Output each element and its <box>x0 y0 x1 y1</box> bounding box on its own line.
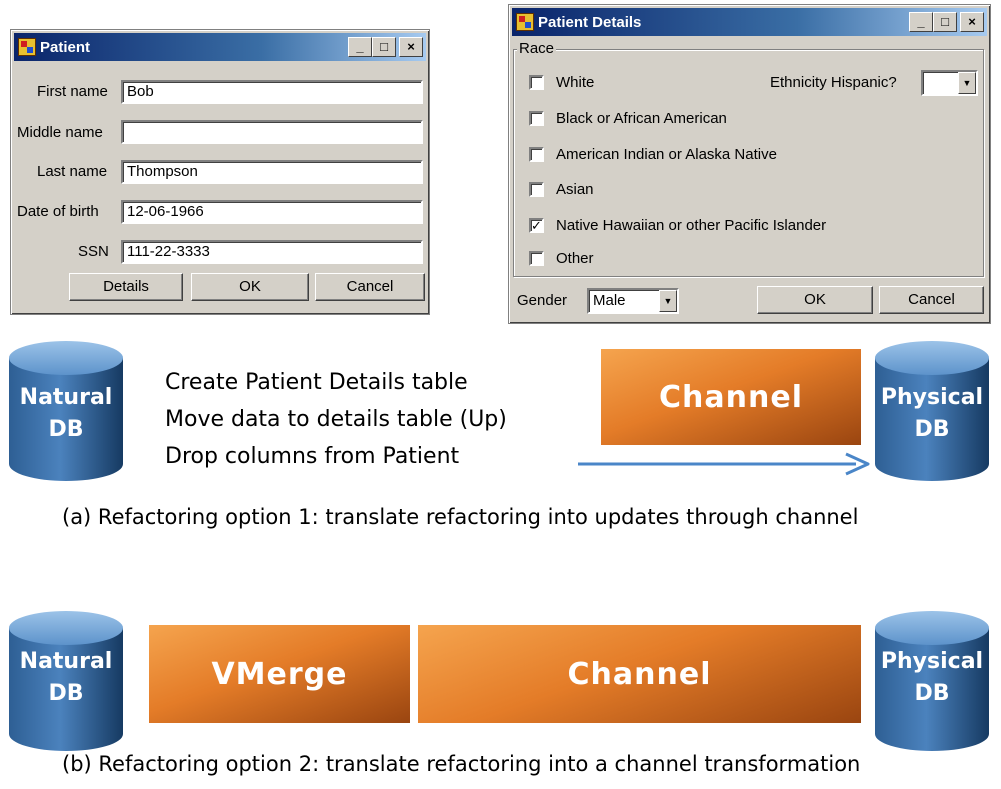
race-group-label: Race <box>517 40 557 57</box>
checkbox[interactable] <box>529 182 544 197</box>
ethnicity-hispanic-label: Ethnicity Hispanic? <box>770 74 897 91</box>
checkbox[interactable] <box>529 75 544 90</box>
minimize-icon[interactable]: _ <box>909 12 933 32</box>
step-move-data: Move data to details table (Up) <box>165 407 507 432</box>
ethnicity-hispanic-combo[interactable]: ▼ <box>921 70 978 96</box>
natural-db-cylinder-b: Natural DB <box>8 610 124 752</box>
step-create-table: Create Patient Details table <box>165 370 468 395</box>
maximize-icon[interactable]: □ <box>372 37 396 57</box>
ssn-field[interactable]: 111-22-3333 <box>121 240 423 264</box>
physical-db-line2: DB <box>914 416 950 442</box>
ok-button[interactable]: OK <box>757 286 873 314</box>
maximize-icon[interactable]: □ <box>933 12 957 32</box>
natural-db-line1: Natural <box>19 385 113 410</box>
first-name-field[interactable]: Bob <box>121 80 423 104</box>
natural-db-line2: DB <box>48 416 84 442</box>
gender-combo[interactable]: Male ▼ <box>587 288 679 314</box>
race-label: American Indian or Alaska Native <box>556 146 777 163</box>
race-checkbox-other[interactable]: Other <box>529 250 594 267</box>
cancel-button[interactable]: Cancel <box>315 273 425 301</box>
close-icon[interactable]: × <box>399 37 423 57</box>
race-checkbox-black[interactable]: Black or African American <box>529 110 727 127</box>
details-button[interactable]: Details <box>69 273 183 301</box>
minimize-icon[interactable]: _ <box>348 37 372 57</box>
checkbox[interactable] <box>529 251 544 266</box>
chevron-down-icon[interactable]: ▼ <box>659 290 677 312</box>
race-label: Asian <box>556 181 594 198</box>
patient-window-title: Patient <box>40 38 91 56</box>
patient-details-titlebar: Patient Details _ □ × <box>512 8 987 36</box>
race-checkbox-asian[interactable]: Asian <box>529 181 594 198</box>
arrow-icon <box>578 452 870 476</box>
ssn-label: SSN <box>78 243 109 260</box>
channel-box-b: Channel <box>418 625 861 723</box>
app-icon <box>18 38 36 56</box>
middle-name-label: Middle name <box>17 124 103 141</box>
race-checkbox-white[interactable]: White <box>529 74 594 91</box>
channel-box-a: Channel <box>601 349 861 445</box>
physical-db-line1: Physical <box>880 649 984 674</box>
vmerge-box: VMerge <box>149 625 410 723</box>
patient-window: Patient _ □ × First name Bob Middle name… <box>10 29 430 315</box>
race-checkbox-native-hawaiian[interactable]: ✓ Native Hawaiian or other Pacific Islan… <box>529 217 826 234</box>
window-controls: _ □ × <box>348 37 423 57</box>
checkbox-checked-icon[interactable]: ✓ <box>529 218 544 233</box>
date-of-birth-field[interactable]: 12-06-1966 <box>121 200 423 224</box>
natural-db-line1: Natural <box>19 649 113 674</box>
checkbox[interactable] <box>529 147 544 162</box>
date-of-birth-label: Date of birth <box>17 203 99 220</box>
race-label: Native Hawaiian or other Pacific Islande… <box>556 217 827 234</box>
patient-details-window-title: Patient Details <box>538 13 642 31</box>
step-drop-columns: Drop columns from Patient <box>165 444 460 469</box>
race-label: White <box>556 74 595 91</box>
refactoring-steps: Create Patient Details table Move data t… <box>165 364 507 475</box>
middle-name-field[interactable] <box>121 120 423 144</box>
last-name-field[interactable]: Thompson <box>121 160 423 184</box>
race-checkbox-american-indian[interactable]: American Indian or Alaska Native <box>529 146 777 163</box>
last-name-label: Last name <box>37 163 108 180</box>
physical-db-cylinder-b: Physical DB <box>874 610 990 752</box>
cancel-button[interactable]: Cancel <box>879 286 984 314</box>
natural-db-cylinder-a: Natural DB <box>8 340 124 482</box>
window-controls: _ □ × <box>909 12 984 32</box>
checkbox[interactable] <box>529 111 544 126</box>
caption-a: (a) Refactoring option 1: translate refa… <box>62 505 859 529</box>
first-name-label: First name <box>37 83 108 100</box>
app-icon <box>516 13 534 31</box>
gender-label: Gender <box>517 292 568 309</box>
gender-value: Male <box>593 292 626 309</box>
natural-db-line2: DB <box>48 680 84 706</box>
physical-db-line1: Physical <box>880 385 984 410</box>
race-label: Black or African American <box>556 110 727 127</box>
race-label: Other <box>556 250 594 267</box>
physical-db-line2: DB <box>914 680 950 706</box>
chevron-down-icon[interactable]: ▼ <box>958 72 976 94</box>
ok-button[interactable]: OK <box>191 273 309 301</box>
close-icon[interactable]: × <box>960 12 984 32</box>
patient-details-window: Patient Details _ □ × Race White Black o… <box>508 4 991 324</box>
caption-b: (b) Refactoring option 2: translate refa… <box>62 752 861 776</box>
patient-titlebar: Patient _ □ × <box>14 33 426 61</box>
physical-db-cylinder-a: Physical DB <box>874 340 990 482</box>
